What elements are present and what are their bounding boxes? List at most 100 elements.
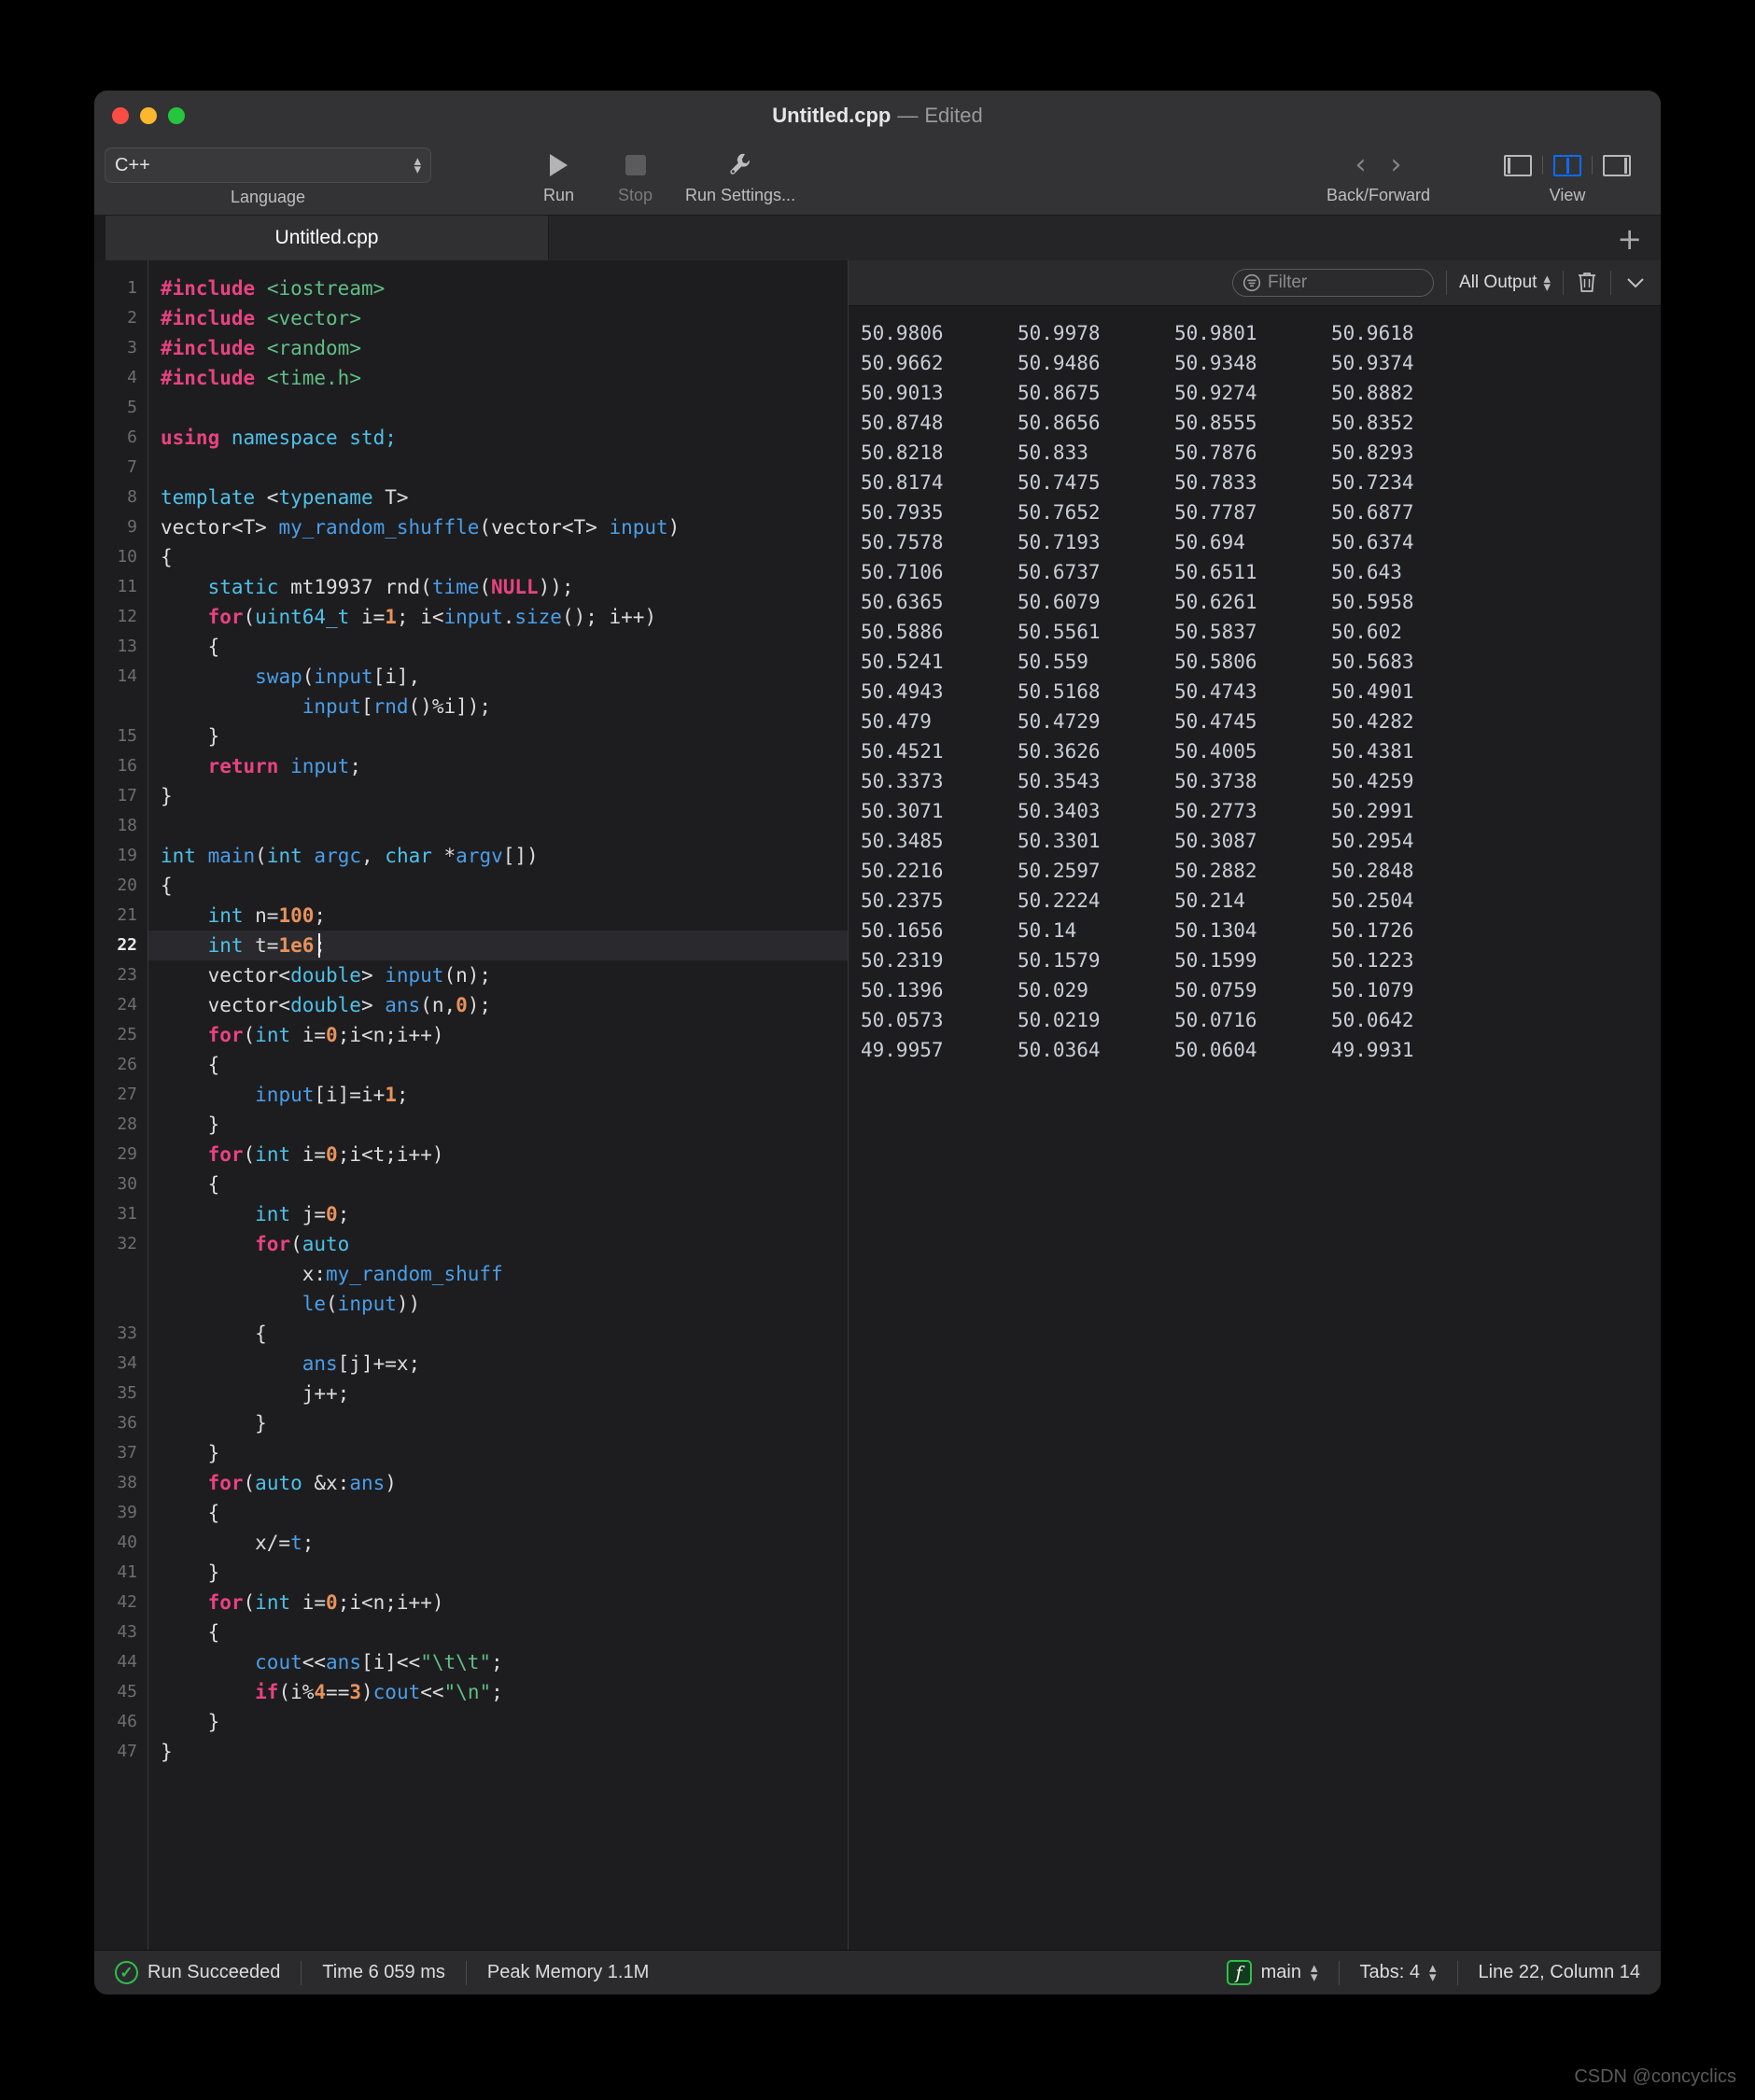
code-line[interactable]: int t=1e6; [148,931,848,960]
code-line[interactable]: int n=100; [148,901,848,931]
filter-icon [1243,273,1261,292]
code-token: mt19937 rnd( [278,576,432,598]
code-line[interactable]: return input; [148,751,848,781]
view-left-panel-icon[interactable] [1504,154,1532,176]
code-line[interactable]: vector<T> my_random_shuffle(vector<T> in… [148,512,848,542]
code-line[interactable]: #include <time.h> [148,363,848,393]
code-line[interactable]: for(auto [148,1229,848,1259]
code-token: auto [255,1472,302,1494]
output-cell: 50.2597 [1018,860,1101,882]
code-token: input [609,516,668,539]
code-line[interactable]: } [148,1737,848,1767]
code-line[interactable] [148,811,848,841]
output-cell: 50.559 [1018,651,1088,673]
function-select[interactable]: f main ▴ ▾ [1206,1951,1339,1995]
code-line[interactable] [148,453,848,483]
code-line[interactable]: int main(int argc, char *argv[]) [148,841,848,871]
code-line[interactable]: } [148,1558,848,1588]
tab-untitled-cpp[interactable]: Untitled.cpp [105,216,549,260]
code-line[interactable]: { [148,632,848,662]
language-select[interactable]: C++ ▴ ▾ [105,147,431,183]
add-tab-icon[interactable]: + [1617,224,1642,254]
filter-input[interactable]: Filter [1232,269,1435,297]
code-line[interactable]: x:my_random_shuff [148,1259,848,1289]
code-line[interactable]: template <typename T> [148,483,848,512]
code-line[interactable]: } [148,781,848,811]
output-cell: 50.7106 [861,561,944,583]
code-line[interactable]: for(int i=0;i<t;i++) [148,1140,848,1169]
code-line[interactable]: { [148,1050,848,1080]
code-token: . [502,606,515,628]
code-line[interactable]: } [148,1110,848,1140]
code-line[interactable]: vector<double> ans(n,0); [148,990,848,1020]
code-line[interactable]: for(auto &x:ans) [148,1468,848,1498]
output-row: 50.6365 50.6079 50.6261 50.5958 [861,587,1661,617]
code-line[interactable]: } [148,1438,848,1468]
line-number: 27 [117,1085,137,1104]
code-line[interactable]: { [148,1319,848,1349]
code-line[interactable]: input[i]=i+1; [148,1080,848,1110]
code-token: } [161,785,173,807]
code-line[interactable]: using namespace std; [148,423,848,453]
code-line[interactable]: static mt19937 rnd(time(NULL)); [148,572,848,602]
code-line[interactable]: } [148,1707,848,1737]
code-line[interactable]: x/=t; [148,1528,848,1558]
code-line[interactable]: input[rnd()%i]); [148,692,848,721]
code-line[interactable]: j++; [148,1379,848,1408]
output-cell: 50.2991 [1331,800,1414,822]
code-line[interactable]: { [148,1617,848,1647]
code-line[interactable]: } [148,1408,848,1438]
output-cell: 50.3626 [1018,740,1101,763]
code-editor[interactable]: 1 2 3 4 5 6 7 8 9 10 11 12 13 14 15 16 17 18 19 20 21 22 23 24 2… [94,260,848,1950]
code-area[interactable]: #include <iostream> #include <vector> #inc… [148,260,848,1950]
code-line[interactable] [148,393,848,423]
tab-width-select[interactable]: Tabs: 4 ▴ ▾ [1340,1951,1457,1995]
code-token: input [302,695,361,718]
code-token: input [337,1293,397,1315]
run-settings-button[interactable]: Run Settings... [685,147,795,205]
output-cell: 50.029 [1018,979,1088,1001]
code-line[interactable]: swap(input[i], [148,662,848,692]
output-console[interactable]: 50.9806 50.9978 50.9801 50.9618 50.9662 50.94… [849,306,1661,1950]
code-token: } [161,1442,220,1464]
chevron-right-icon[interactable]: › [1391,151,1402,179]
code-line[interactable]: for(int i=0;i<n;i++) [148,1588,848,1617]
output-scope-value: All Output [1459,273,1537,292]
code-line[interactable]: if(i%4==3)cout<<"\n"; [148,1677,848,1707]
output-cell: 50.5958 [1331,591,1414,613]
code-line[interactable]: { [148,542,848,572]
code-line[interactable]: { [148,871,848,901]
run-button[interactable]: Run [543,147,574,205]
code-line[interactable]: le(input)) [148,1289,848,1319]
wrench-icon [728,147,752,184]
clear-output-button[interactable] [1576,271,1598,295]
code-line[interactable]: #include <vector> [148,303,848,333]
code-token: { [161,1323,267,1345]
collapse-output-button[interactable] [1623,273,1648,293]
code-line[interactable]: cout<<ans[i]<<"\t\t"; [148,1647,848,1677]
code-line[interactable]: #include <iostream> [148,273,848,303]
code-line[interactable]: { [148,1169,848,1199]
code-line[interactable]: { [148,1498,848,1528]
code-token: ( [479,576,492,598]
code-line[interactable]: int j=0; [148,1199,848,1229]
output-cell: 50.3301 [1018,830,1101,852]
code-token: } [161,1113,220,1136]
chevron-left-icon[interactable]: ‹ [1355,151,1367,179]
view-right-panel-icon[interactable] [1603,154,1631,176]
view-split-panel-icon[interactable] [1553,154,1581,176]
output-scope-select[interactable]: All Output ▴ ▾ [1459,271,1551,294]
stop-button[interactable]: Stop [618,147,653,205]
code-line[interactable]: #include <random> [148,333,848,363]
code-line[interactable]: ans[j]+=x; [148,1349,848,1379]
cursor-position-label: Line 22, Column 14 [1478,1962,1640,1982]
output-cell: 50.0604 [1174,1039,1257,1061]
code-line[interactable]: for(int i=0;i<n;i++) [148,1020,848,1050]
code-line[interactable]: vector<double> input(n); [148,960,848,990]
code-line[interactable]: } [148,721,848,751]
check-circle-icon: ✓ [115,1961,138,1984]
code-line[interactable]: for(uint64_t i=1; i<input.size(); i++) [148,602,848,632]
divider [1592,156,1593,175]
